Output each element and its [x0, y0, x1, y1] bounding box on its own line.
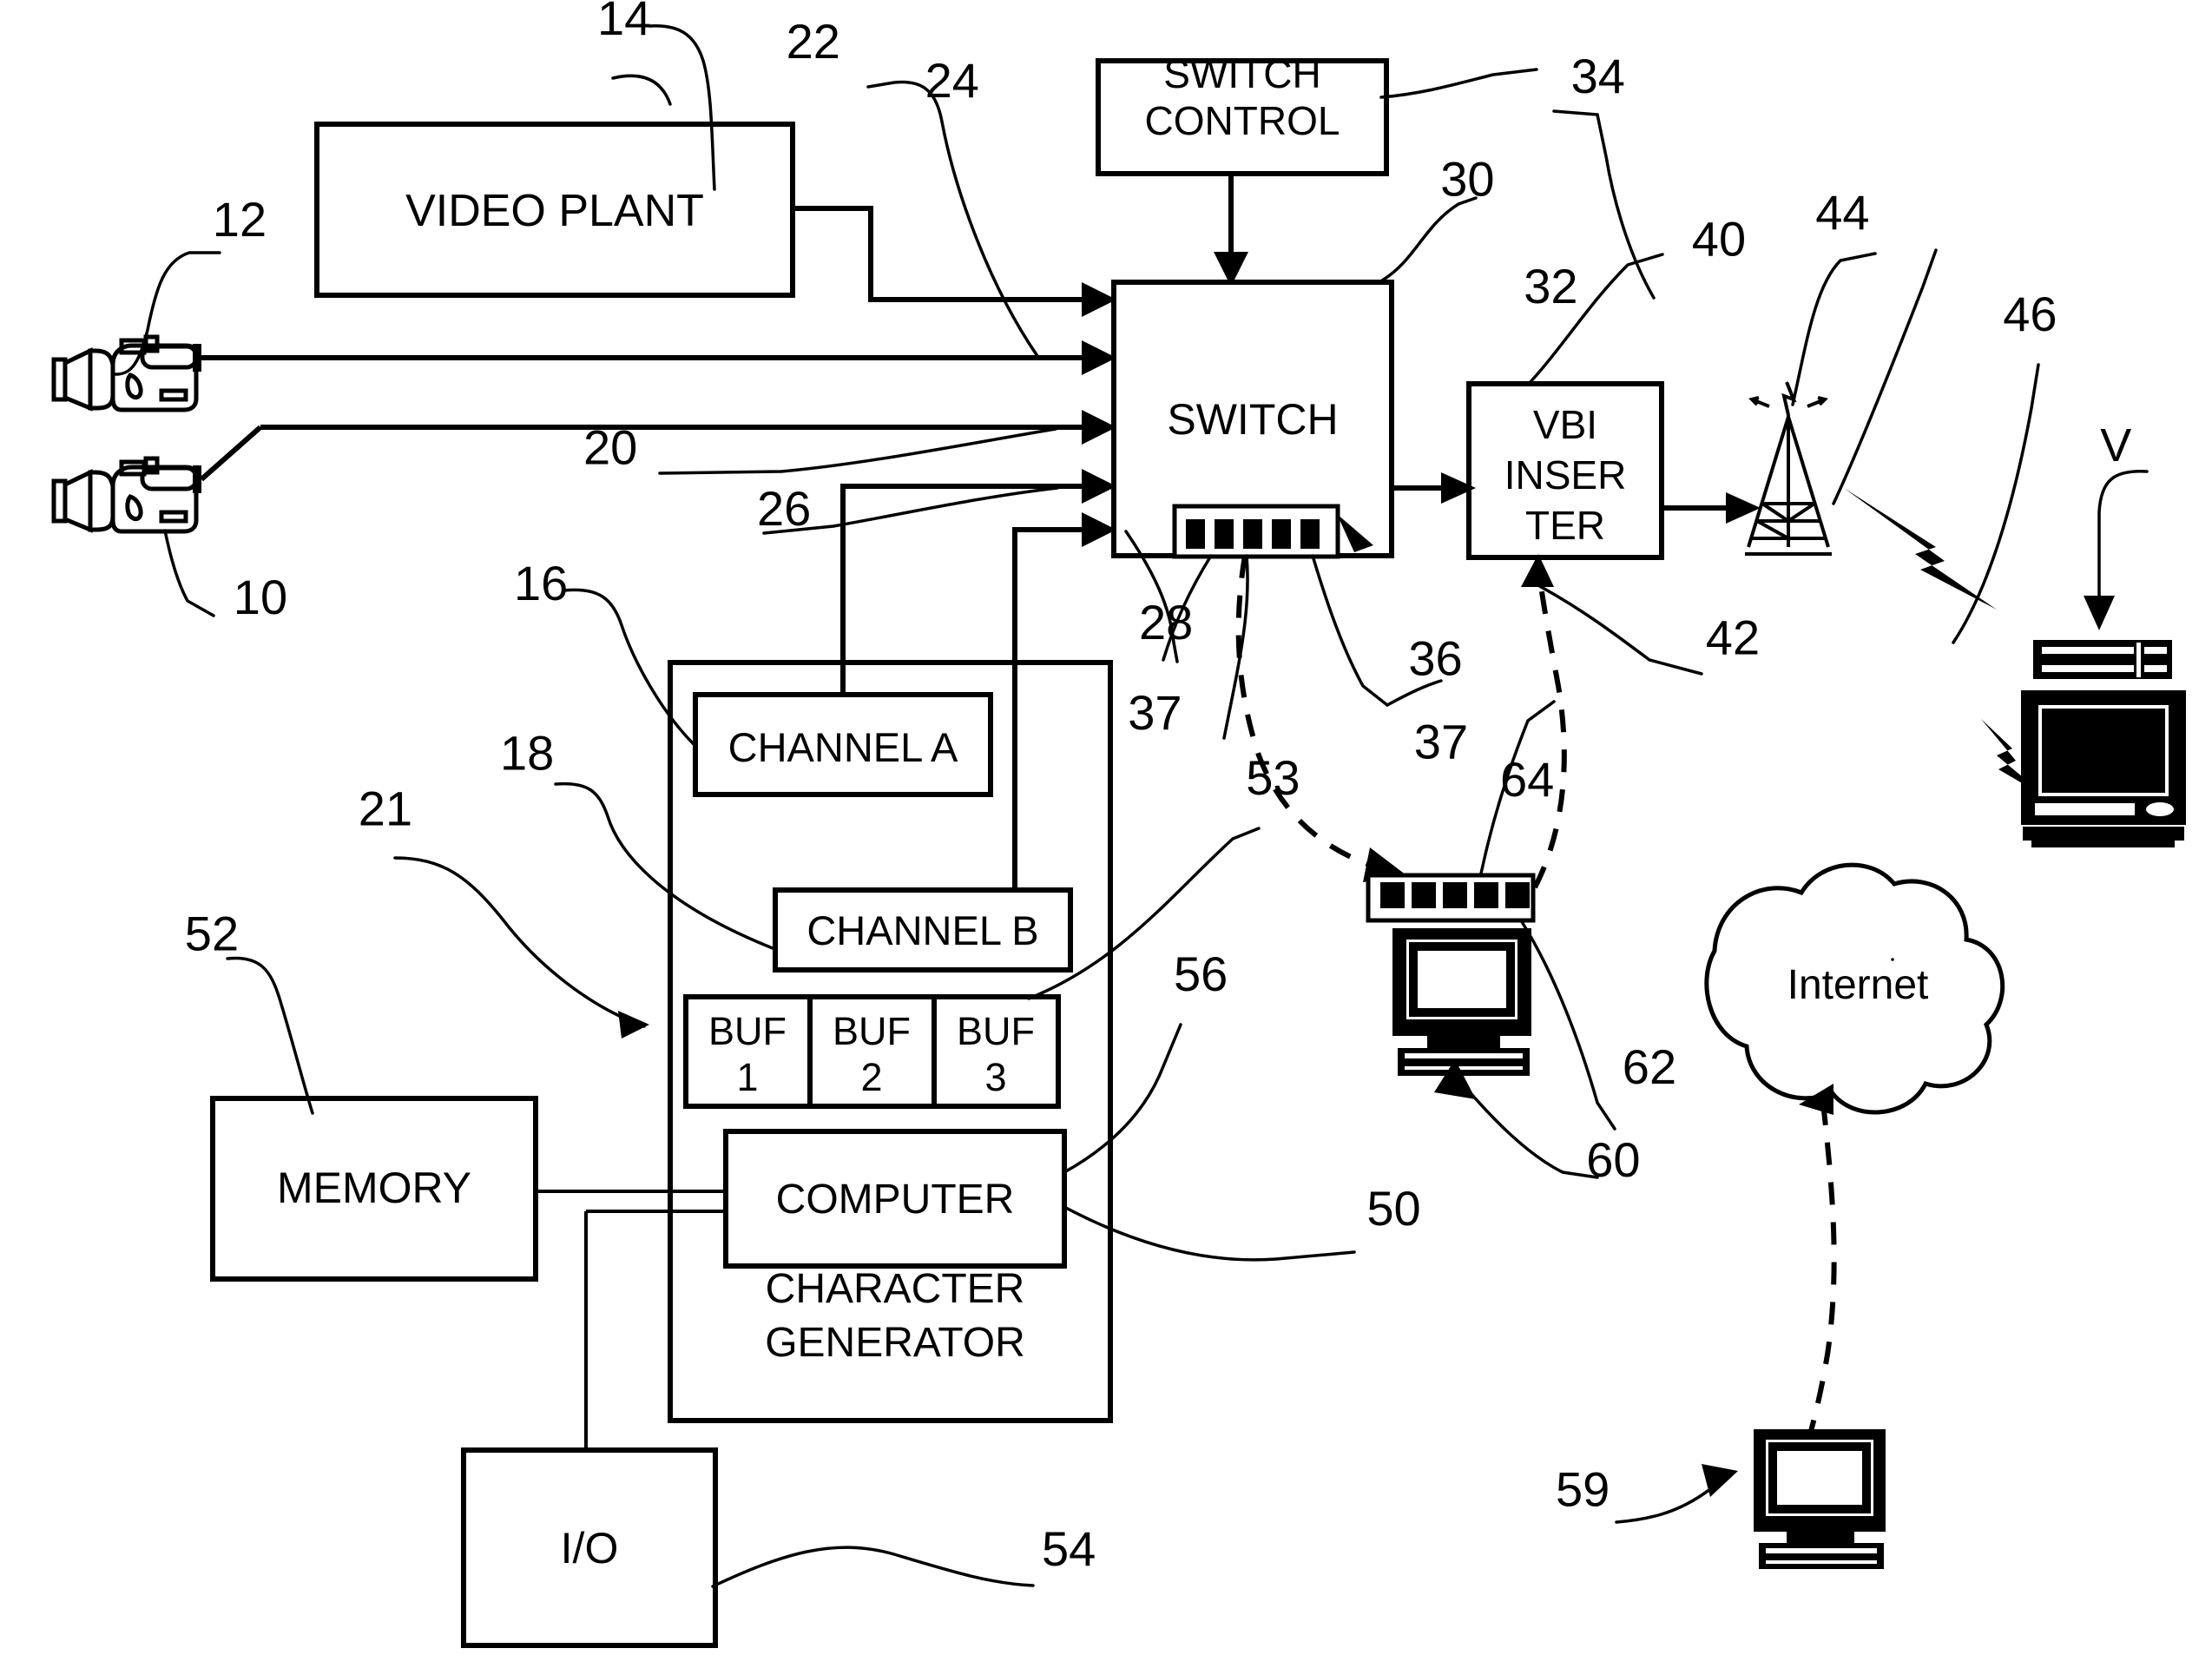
ref-37a: 37	[1128, 685, 1182, 740]
ref-50: 50	[1366, 1181, 1420, 1236]
ref-36: 36	[1408, 631, 1462, 686]
connector-strip-icon-switch	[1172, 504, 1340, 559]
switch-control-label-2: CONTROL	[1145, 98, 1340, 143]
patent-figure: VIDEO PLANT SWITCH CONTROL SWITCH VBI IN…	[0, 0, 2212, 1655]
ref-42: 42	[1706, 610, 1760, 665]
ref-20: 20	[583, 419, 637, 474]
set-top-box-icon	[2021, 690, 2186, 847]
ref-54: 54	[1042, 1521, 1096, 1576]
switch-label: SWITCH	[1167, 395, 1338, 444]
ref-V: V	[2100, 419, 2131, 471]
channel-b-label: CHANNEL B	[806, 907, 1038, 953]
ref-44: 44	[1815, 185, 1869, 240]
ref-18: 18	[500, 725, 554, 780]
buf1-label-top: BUF	[708, 1009, 787, 1053]
ref-22: 22	[787, 14, 840, 69]
ref-37b: 37	[1414, 715, 1468, 769]
connector-strip-icon-operator	[1366, 873, 1536, 923]
broadcast-tower-icon	[1745, 381, 1832, 556]
camcorder-icon-upper	[51, 334, 201, 412]
vbi-label-3: TER	[1525, 503, 1605, 548]
character-generator-label-2: GENERATOR	[765, 1320, 1025, 1366]
ref-32: 32	[1524, 259, 1577, 313]
buf3-label-top: BUF	[957, 1009, 1035, 1053]
video-plant-label: VIDEO PLANT	[405, 186, 704, 236]
desktop-computer-icon-remote	[1754, 1429, 1886, 1569]
computer-label: COMPUTER	[776, 1177, 1015, 1223]
ref-16: 16	[514, 556, 568, 610]
desktop-computer-icon-operator	[1392, 928, 1531, 1076]
switch-control-label-1: SWITCH	[1163, 51, 1320, 96]
data-link-computer-to-vbi	[1532, 564, 1567, 889]
ref-59: 59	[1556, 1461, 1610, 1516]
ref-60: 60	[1586, 1132, 1640, 1187]
ref-24: 24	[925, 53, 979, 108]
memory-label: MEMORY	[277, 1164, 471, 1212]
television-icon	[2033, 640, 2172, 679]
ref-62: 62	[1623, 1039, 1676, 1094]
buf2-label-num: 2	[860, 1055, 882, 1099]
lightning-bolt-icon-broadcast	[1844, 488, 2049, 799]
ref-46: 46	[2003, 287, 2057, 341]
ref-10: 10	[234, 570, 287, 624]
ref-53: 53	[1246, 750, 1300, 805]
channel-a-label: CHANNEL A	[728, 724, 958, 770]
character-generator-label-1: CHARACTER	[766, 1266, 1025, 1312]
internet-label: Internet	[1787, 962, 1929, 1008]
ref-30: 30	[1440, 152, 1494, 207]
vbi-label-1: VBI	[1533, 402, 1597, 447]
ref-28: 28	[1139, 595, 1193, 649]
ref-52: 52	[185, 906, 239, 960]
ref-14: 14	[597, 0, 651, 45]
ref-56: 56	[1174, 946, 1228, 1001]
ref-21: 21	[359, 781, 412, 835]
buf1-label-num: 1	[736, 1055, 758, 1099]
ref-12: 12	[213, 192, 267, 247]
camcorder-icon-lower	[51, 456, 201, 534]
buf3-label-num: 3	[984, 1055, 1006, 1099]
vbi-label-2: INSER	[1504, 452, 1627, 498]
ref-40: 40	[1692, 211, 1746, 266]
buf2-label-top: BUF	[833, 1009, 911, 1053]
data-link-switch-to-computer	[1235, 555, 1381, 871]
ref-34: 34	[1571, 49, 1625, 103]
ref-64: 64	[1500, 752, 1554, 807]
io-label: I/O	[561, 1524, 619, 1573]
ref-26: 26	[757, 481, 811, 536]
data-link-internet-to-remote	[1803, 1102, 1837, 1453]
